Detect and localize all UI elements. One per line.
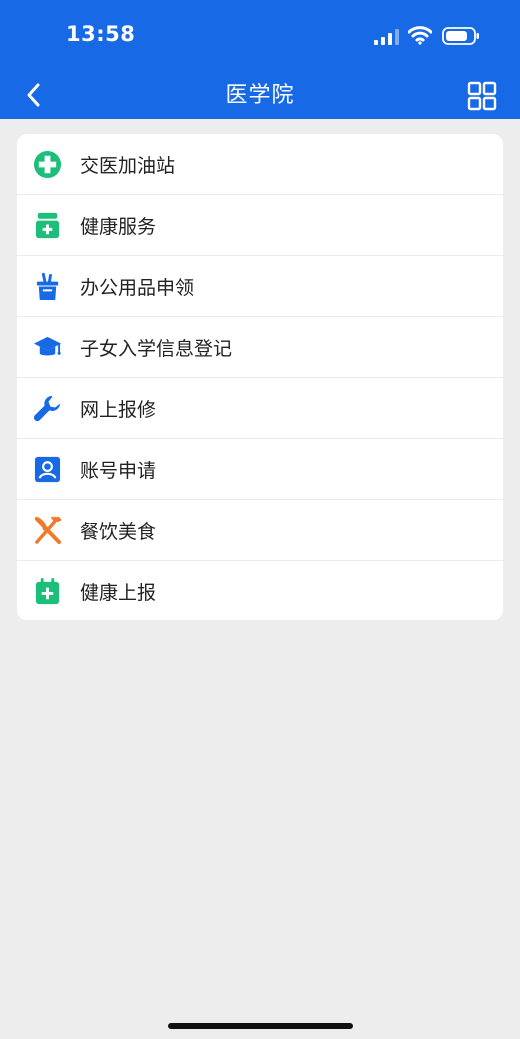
home-indicator[interactable] <box>168 1023 353 1029</box>
list-item-jiaoyi-station[interactable]: 交医加油站 <box>17 134 503 195</box>
list-item-online-repair[interactable]: 网上报修 <box>17 378 503 439</box>
list-item-label: 交医加油站 <box>80 155 176 177</box>
list-item-label: 办公用品申领 <box>80 277 195 299</box>
user-account-icon <box>34 456 61 483</box>
grid-menu-button[interactable] <box>467 81 497 111</box>
list-item-office-supplies[interactable]: 办公用品申领 <box>17 256 503 317</box>
wrench-icon <box>33 395 61 422</box>
list-item-health-report[interactable]: 健康上报 <box>17 561 503 620</box>
fork-knife-icon <box>34 516 62 545</box>
calendar-plus-icon <box>35 577 60 605</box>
pen-holder-icon <box>36 272 59 301</box>
list-item-label: 账号申请 <box>80 460 157 482</box>
list-item-dining[interactable]: 餐饮美食 <box>17 500 503 561</box>
list-item-label: 网上报修 <box>80 399 157 421</box>
graduation-cap-icon <box>33 336 62 356</box>
list-item-label: 餐饮美食 <box>80 521 157 543</box>
signal-icon <box>374 29 399 45</box>
list-item-account-request[interactable]: 账号申请 <box>17 439 503 500</box>
list-item-health-service[interactable]: 健康服务 <box>17 195 503 256</box>
service-list: 交医加油站 健康服务 办公用品申领 子女入学信息登记 网上报修 账号申请 餐饮美… <box>17 134 503 620</box>
list-item-child-enrollment[interactable]: 子女入学信息登记 <box>17 317 503 378</box>
page-title: 医学院 <box>225 83 295 108</box>
medicine-box-icon <box>35 212 60 239</box>
app-header: 13:58 医学院 <box>0 0 520 119</box>
list-item-label: 健康上报 <box>80 582 157 604</box>
grid-icon <box>467 81 497 111</box>
battery-icon <box>442 27 479 45</box>
status-time: 13:58 <box>66 22 136 46</box>
list-item-label: 子女入学信息登记 <box>80 338 233 360</box>
list-item-label: 健康服务 <box>80 216 157 238</box>
medical-cross-icon <box>33 150 62 179</box>
wifi-icon <box>408 26 432 45</box>
